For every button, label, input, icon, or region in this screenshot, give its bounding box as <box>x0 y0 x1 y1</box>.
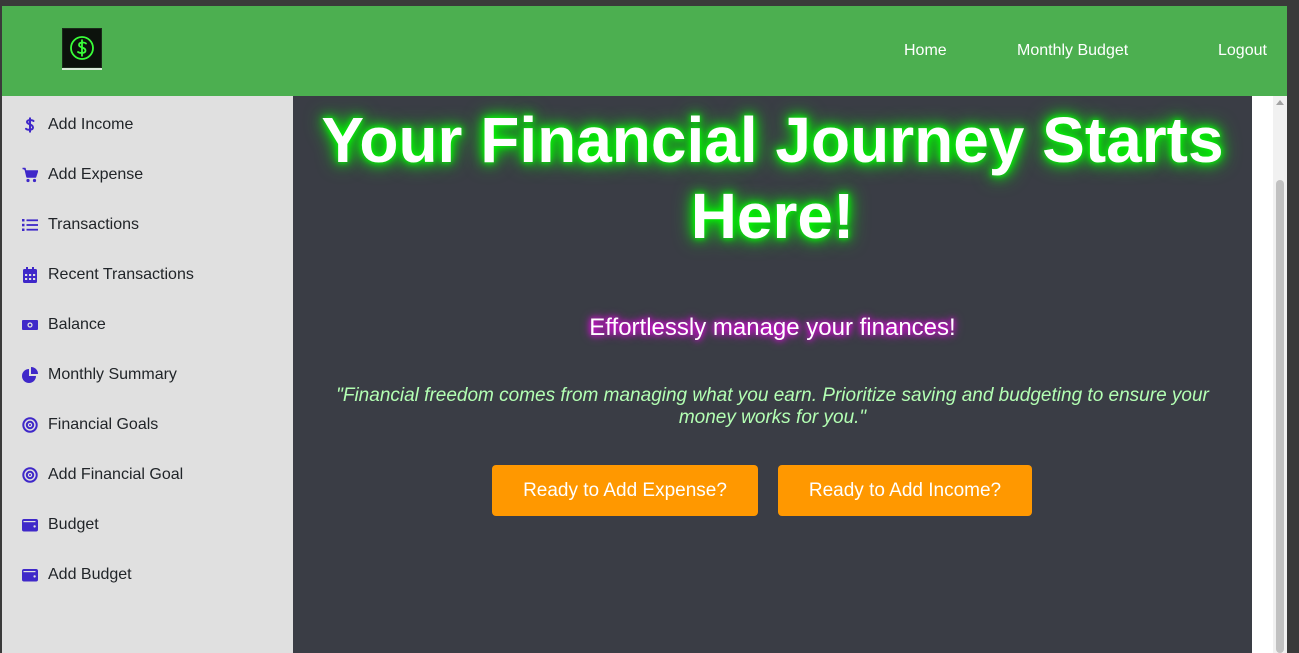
top-navbar: Home Monthly Budget Logout <box>2 6 1287 96</box>
sidebar-item-add-income[interactable]: Add Income <box>2 107 293 143</box>
hero-title-line-2: Here! <box>690 180 855 252</box>
logo-underline <box>62 68 102 70</box>
wallet-icon <box>22 567 38 583</box>
sidebar-item-budget[interactable]: Budget <box>2 507 293 543</box>
sidebar-item-label: Financial Goals <box>48 416 159 433</box>
window-frame-right <box>1287 0 1299 653</box>
sidebar-item-transactions[interactable]: Transactions <box>2 207 293 243</box>
nav-link-logout[interactable]: Logout <box>1218 42 1267 60</box>
hero-title-line-1: Your Financial Journey Starts <box>321 104 1224 176</box>
money-bill-icon <box>22 317 38 333</box>
sidebar-item-financial-goals[interactable]: Financial Goals <box>2 407 293 443</box>
sidebar-item-add-expense[interactable]: Add Expense <box>2 157 293 193</box>
sidebar-item-label: Transactions <box>48 216 139 233</box>
sidebar-item-monthly-summary[interactable]: Monthly Summary <box>2 357 293 393</box>
motivational-quote: "Financial freedom comes from managing w… <box>336 385 1209 428</box>
sidebar-item-add-financial-goal[interactable]: Add Financial Goal <box>2 457 293 493</box>
add-expense-button[interactable]: Ready to Add Expense? <box>492 465 758 516</box>
sidebar-item-label: Balance <box>48 316 106 333</box>
target-icon <box>22 467 38 483</box>
pie-chart-icon <box>22 367 38 383</box>
vertical-scrollbar[interactable] <box>1273 96 1287 653</box>
sidebar-item-label: Add Budget <box>48 566 132 583</box>
hero-subtitle: Effortlessly manage your finances! <box>589 314 956 341</box>
sidebar-item-label: Add Income <box>48 116 134 133</box>
add-income-button[interactable]: Ready to Add Income? <box>778 465 1032 516</box>
content-gutter <box>1252 96 1273 653</box>
sidebar-item-label: Add Financial Goal <box>48 466 184 483</box>
sidebar-item-label: Budget <box>48 516 99 533</box>
sidebar-item-recent-transactions[interactable]: Recent Transactions <box>2 257 293 293</box>
sidebar-item-label: Add Expense <box>48 166 144 183</box>
cart-icon <box>22 167 38 183</box>
scroll-up-arrow-icon[interactable] <box>1276 100 1284 105</box>
sidebar: Add Income Add Expense Transactions Rece… <box>2 96 293 653</box>
hero-title: Your Financial Journey Starts Here! <box>293 102 1252 254</box>
dollar-icon <box>22 117 38 133</box>
nav-link-home[interactable]: Home <box>904 42 947 60</box>
list-icon <box>22 217 38 233</box>
sidebar-item-add-budget[interactable]: Add Budget <box>2 557 293 593</box>
sidebar-item-label: Monthly Summary <box>48 366 177 383</box>
target-icon <box>22 417 38 433</box>
nav-link-monthly-budget[interactable]: Monthly Budget <box>1017 42 1128 60</box>
sidebar-item-label: Recent Transactions <box>48 266 194 283</box>
main-content: Your Financial Journey Starts Here! Effo… <box>293 96 1252 653</box>
calendar-icon <box>22 267 38 283</box>
wallet-icon <box>22 517 38 533</box>
scrollbar-thumb[interactable] <box>1276 180 1284 653</box>
dollar-sign-neon-icon[interactable] <box>62 28 102 68</box>
sidebar-item-balance[interactable]: Balance <box>2 307 293 343</box>
